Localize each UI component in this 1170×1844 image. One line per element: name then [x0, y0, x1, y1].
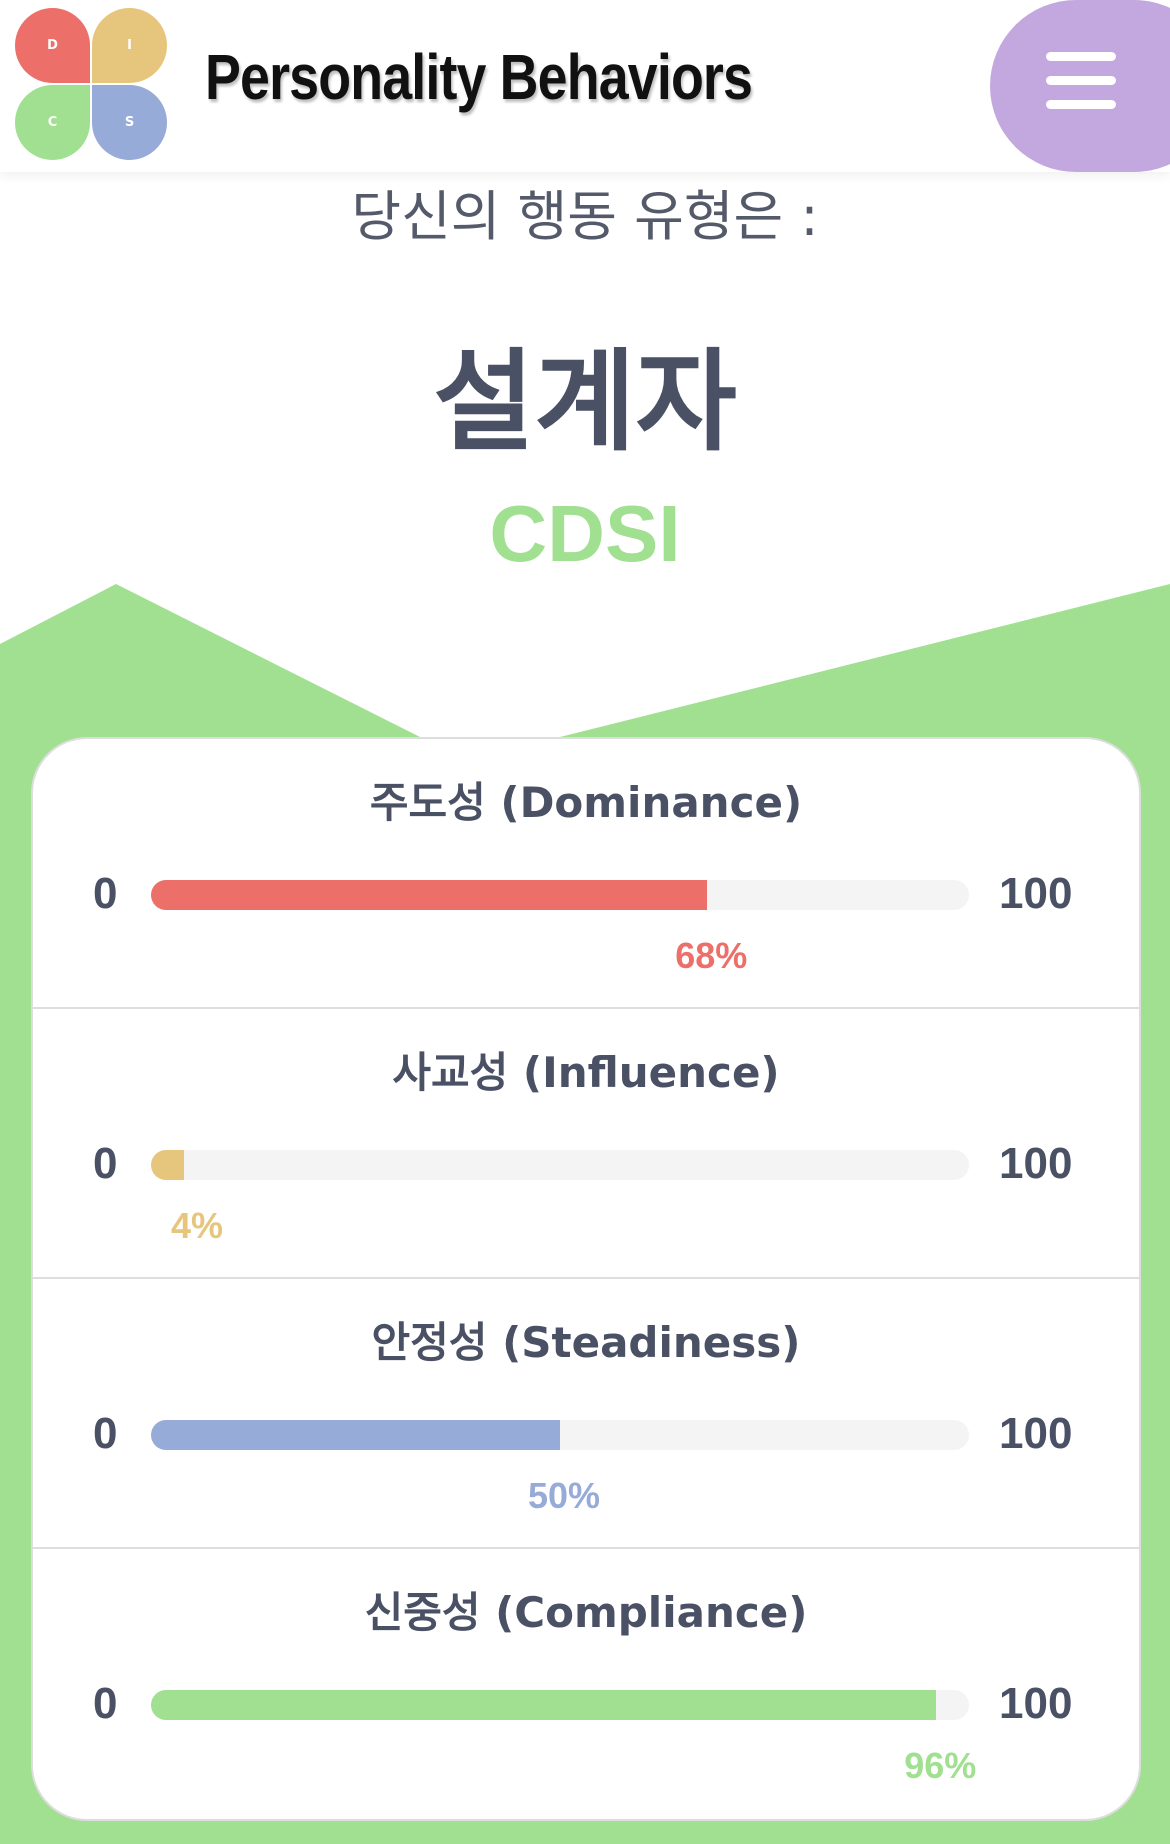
scale-min-label: 0 — [93, 1139, 118, 1188]
menu-button[interactable] — [990, 0, 1170, 172]
progress-fill — [151, 880, 708, 910]
logo-petal-c: C — [15, 85, 90, 160]
personality-type-code: CDSI — [489, 489, 681, 578]
app-title: Personality Behaviors — [205, 41, 753, 113]
metric-label: 안정성 (Steadiness) — [371, 1318, 801, 1367]
personality-type-name: 설계자 — [433, 338, 737, 466]
disc-logo: D I C S — [15, 8, 167, 160]
metric-compliance: 신중성 (Compliance) 0 100 96% — [33, 1549, 1139, 1819]
metric-label: 사교성 (Influence) — [392, 1048, 780, 1097]
percent-label: 50% — [527, 1475, 601, 1516]
progress-fill — [151, 1150, 184, 1180]
scale-max-label: 100 — [999, 869, 1073, 918]
scale-max-label: 100 — [999, 1679, 1073, 1728]
scale-max-label: 100 — [999, 1409, 1073, 1458]
progress-track — [151, 880, 969, 910]
logo-petal-i: I — [92, 8, 167, 83]
app-header: D I C S Personality Behaviors — [0, 0, 1170, 172]
progress-track — [151, 1150, 969, 1180]
logo-petal-s: S — [92, 85, 167, 160]
metric-dominance: 주도성 (Dominance) 0 100 68% — [33, 739, 1139, 1009]
metric-steadiness: 안정성 (Steadiness) 0 100 50% — [33, 1279, 1139, 1549]
metric-label: 주도성 (Dominance) — [369, 778, 803, 827]
scale-min-label: 0 — [93, 1679, 118, 1728]
scale-max-label: 100 — [999, 1139, 1073, 1188]
result-subtitle: 당신의 행동 유형은 : — [351, 185, 819, 248]
score-card: 주도성 (Dominance) 0 100 68% 사교성 (Influence… — [31, 737, 1141, 1821]
progress-track — [151, 1420, 969, 1450]
percent-label: 68% — [675, 935, 748, 976]
scale-min-label: 0 — [93, 869, 118, 918]
progress-fill — [151, 1690, 937, 1720]
percent-label: 4% — [170, 1205, 224, 1246]
scale-min-label: 0 — [93, 1409, 118, 1458]
metric-influence: 사교성 (Influence) 0 100 4% — [33, 1009, 1139, 1279]
progress-fill — [151, 1420, 560, 1450]
metric-label: 신중성 (Compliance) — [364, 1588, 808, 1637]
logo-petal-d: D — [15, 8, 90, 83]
progress-track — [151, 1690, 969, 1720]
percent-label: 96% — [904, 1745, 977, 1786]
